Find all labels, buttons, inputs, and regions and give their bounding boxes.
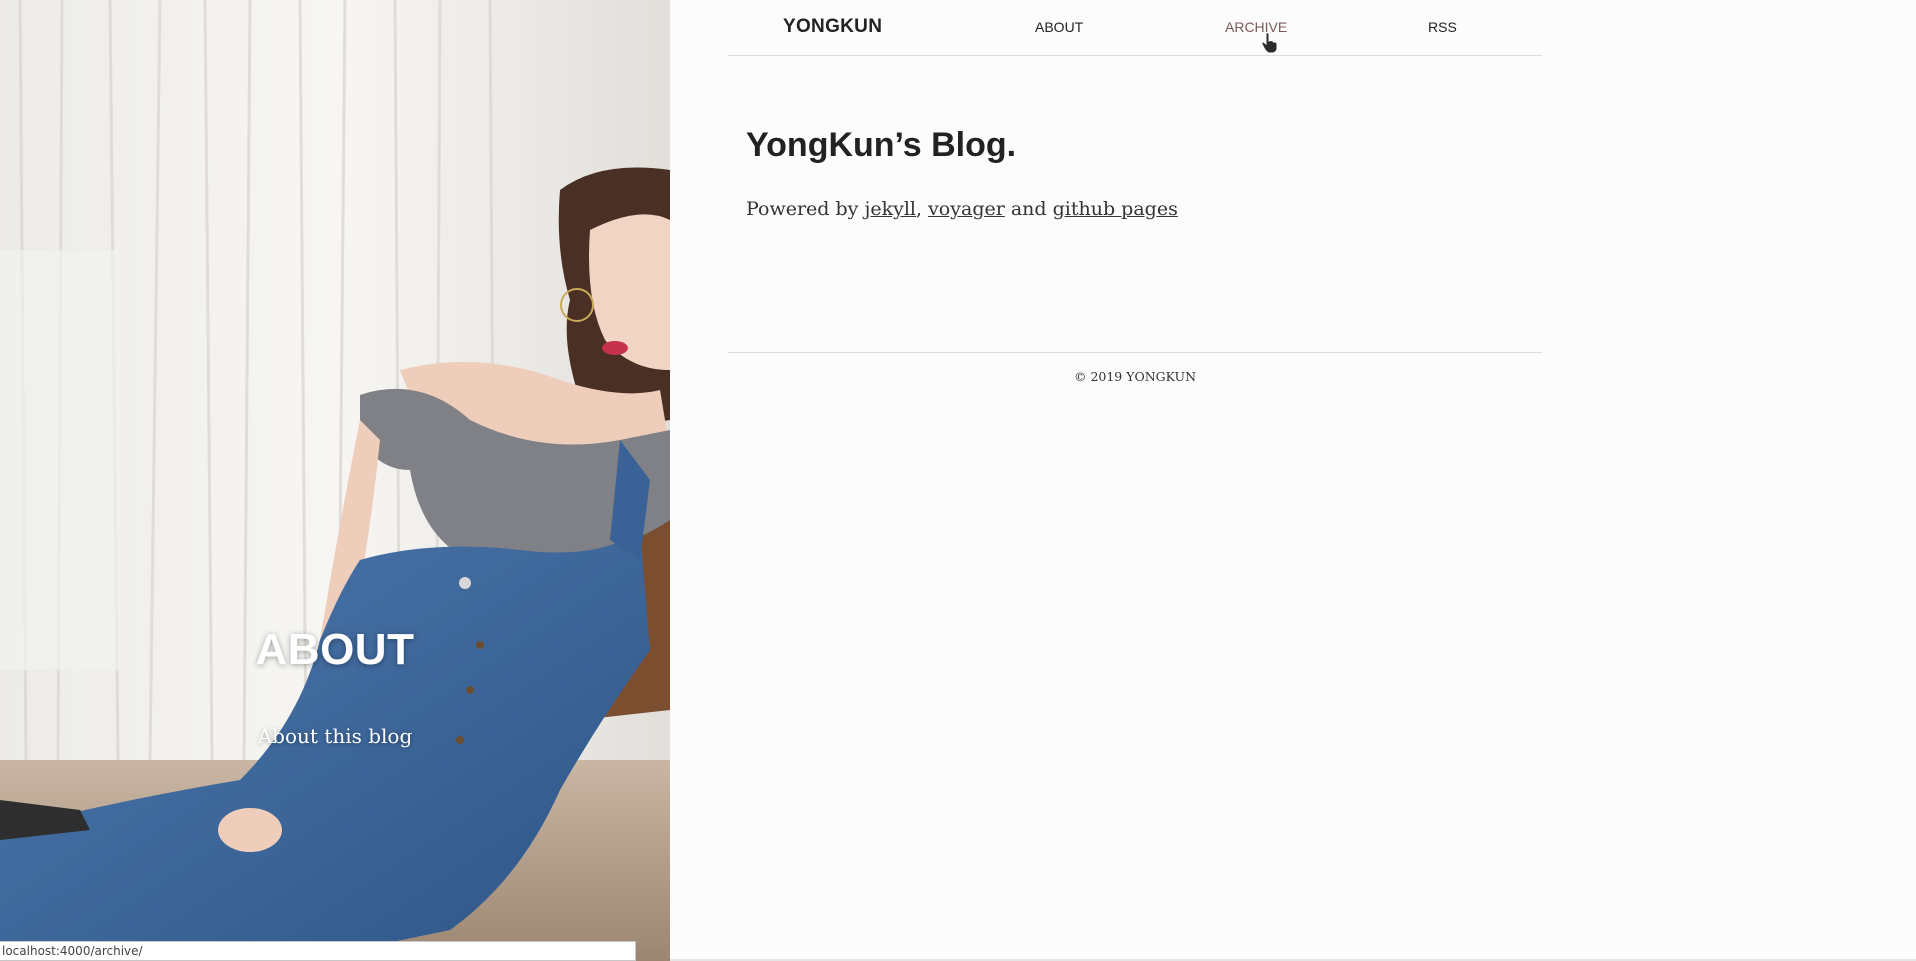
copyright-text: © 2019 YONGKUN (1073, 369, 1197, 384)
content-area: YONGKUN ABOUT ARCHIVE RSS YongKun’s Blog… (728, 0, 1542, 384)
page-title: YongKun’s Blog. (746, 126, 1017, 164)
hero-photo (0, 0, 670, 961)
hero-title: ABOUT (255, 625, 415, 674)
top-nav: YONGKUN ABOUT ARCHIVE RSS (728, 0, 1542, 56)
hand-pointer-cursor-icon (1261, 32, 1278, 54)
jekyll-link[interactable]: jekyll (864, 198, 916, 220)
main-content: YongKun’s Blog. Powered by jekyll, voyag… (728, 56, 1542, 352)
github-pages-link[interactable]: github pages (1053, 198, 1178, 220)
separator-comma: , (915, 198, 929, 220)
powered-by-text: Powered by jekyll, voyager and github pa… (746, 198, 1524, 220)
separator-and: and (1004, 198, 1053, 220)
site-brand-link[interactable]: YONGKUN (783, 16, 882, 38)
hero-panel: ABOUT About this blog (0, 0, 670, 961)
footer: © 2019 YONGKUN (728, 352, 1542, 384)
nav-link-about[interactable]: ABOUT (1035, 19, 1083, 35)
page: ABOUT About this blog YONGKUN ABOUT ARCH… (0, 0, 1916, 961)
browser-status-bar: localhost:4000/archive/ (0, 941, 636, 961)
voyager-link[interactable]: voyager (928, 198, 1005, 220)
nav-link-rss[interactable]: RSS (1428, 19, 1457, 35)
powered-by-prefix: Powered by (746, 198, 865, 220)
hero-subtitle: About this blog (257, 724, 413, 748)
